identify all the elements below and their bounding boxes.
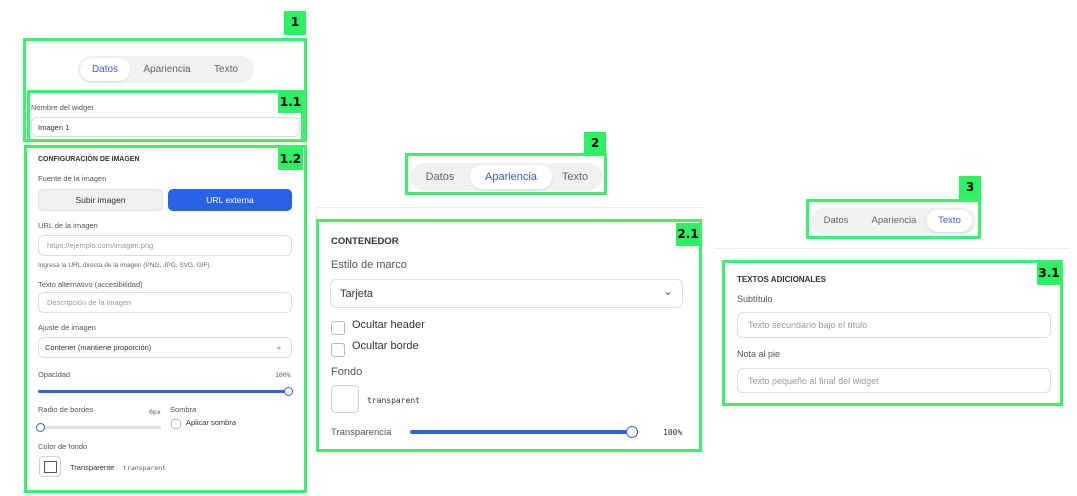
background-color-swatch-inner (44, 461, 57, 473)
footnote-label: Nota al pie (737, 349, 781, 359)
border-radius-slider-thumb[interactable] (35, 423, 45, 432)
background-swatch[interactable] (331, 385, 359, 413)
panel2-tab-bar: Datos Apariencia Texto (410, 163, 602, 191)
frame-style-label: Estilo de marco (331, 259, 407, 271)
panel1-tab-bar: Datos Apariencia Texto (78, 56, 254, 83)
background-value: transparent (367, 396, 420, 405)
border-radius-slider[interactable] (35, 423, 161, 432)
panel3-divider (714, 248, 1070, 249)
frame-style-select[interactable]: Tarjeta (330, 279, 683, 308)
opacity-value: 100% (275, 371, 291, 379)
alt-text-input[interactable]: Descripción de la imagen (38, 292, 292, 313)
transparency-slider-thumb[interactable] (626, 426, 638, 438)
subtitle-input[interactable]: Texto secundario bajo el título (737, 312, 1051, 338)
container-tag: 2.1 (676, 223, 700, 246)
hide-header-label: Ocultar header (352, 319, 425, 331)
image-url-placeholder: https://ejemplo.com/imagen.png (47, 241, 154, 250)
alt-text-placeholder: Descripción de la imagen (47, 298, 132, 307)
background-color-label: Color de fondo (38, 442, 88, 451)
opacity-slider-fill (38, 390, 288, 393)
footnote-placeholder: Texto pequeño al final del widget (748, 375, 879, 386)
background-label: Fondo (331, 366, 363, 378)
widget-name-value: Imagen 1 (38, 122, 70, 132)
image-fit-value: Contener (mantiene proporción) (45, 343, 152, 352)
background-color-name: Transparente (70, 463, 115, 472)
hide-header-checkbox[interactable] (331, 321, 345, 335)
container-heading: CONTENEDOR (331, 236, 399, 247)
chevron-down-icon: ⌄ (275, 341, 283, 351)
panel2-tab-datos[interactable]: Datos (410, 165, 470, 189)
image-url-input[interactable]: https://ejemplo.com/imagen.png (38, 235, 292, 256)
image-config-heading: CONFIGURACIÓN DE IMAGEN (38, 156, 140, 163)
transparency-label: Transparencia (331, 427, 392, 438)
image-url-hint: Ingresa la URL directa de la imagen (PNG… (38, 262, 210, 269)
panel1-tag: 1 (284, 11, 306, 35)
upload-image-button[interactable]: Subir imagen (38, 189, 163, 211)
border-radius-value: 0px (149, 408, 161, 416)
image-source-label: Fuente de la imagen (38, 174, 107, 183)
widget-name-input[interactable]: Imagen 1 (31, 117, 300, 137)
shadow-checkbox-label: Aplicar sombra (186, 418, 237, 427)
shadow-checkbox[interactable] (171, 419, 181, 429)
frame-style-value: Tarjeta (340, 287, 374, 300)
transparency-value: 100% (663, 428, 683, 437)
widget-name-tag: 1.1 (278, 91, 303, 113)
additional-texts-heading: TEXTOS ADICIONALES (737, 275, 826, 284)
widget-name-label: Nombre del widget (31, 103, 94, 112)
panel3-tab-apariencia[interactable]: Apariencia (861, 210, 927, 232)
panel3-tab-datos[interactable]: Datos (811, 210, 861, 232)
image-fit-label: Ajuste de imagen (38, 323, 96, 332)
panel2-tab-apariencia[interactable]: Apariencia (470, 165, 552, 189)
image-url-label: URL de la imagen (38, 221, 98, 230)
shadow-label: Sombra (170, 405, 197, 414)
transparency-slider-fill (410, 430, 632, 434)
panel3-tab-texto[interactable]: Texto (927, 210, 972, 232)
hide-border-label: Ocultar borde (352, 340, 419, 352)
panel2-tab-texto[interactable]: Texto (552, 165, 598, 189)
opacity-label: Opacidad (38, 370, 71, 379)
footnote-input[interactable]: Texto pequeño al final del widget (737, 368, 1051, 393)
panel2-divider (315, 207, 705, 208)
image-config-tag: 1.2 (278, 148, 303, 170)
subtitle-label: Subtítulo (737, 294, 773, 304)
additional-texts-tag: 3.1 (1037, 262, 1061, 285)
alt-text-label: Texto alternativo (accesibilidad) (38, 280, 143, 289)
external-url-button[interactable]: URL externa (168, 189, 292, 211)
subtitle-placeholder: Texto secundario bajo el título (748, 320, 868, 330)
panel1-tab-texto[interactable]: Texto (204, 58, 248, 81)
opacity-slider[interactable] (38, 387, 293, 396)
panel2-tag: 2 (584, 132, 606, 155)
opacity-slider-thumb[interactable] (283, 387, 293, 396)
image-fit-select[interactable]: Contener (mantiene proporción) (38, 337, 292, 358)
hide-border-checkbox[interactable] (331, 343, 345, 357)
panel3-tab-bar: Datos Apariencia Texto (811, 208, 976, 234)
container-highlight-box (316, 219, 702, 452)
panel1-tab-datos[interactable]: Datos (80, 58, 130, 81)
background-color-swatch[interactable] (39, 456, 61, 477)
background-color-value: transparent (123, 464, 167, 472)
border-radius-label: Radio de bordes (38, 405, 94, 414)
panel3-tag: 3 (959, 176, 981, 199)
chevron-down-icon: ⌄ (663, 284, 674, 298)
panel1-tab-apariencia[interactable]: Apariencia (130, 58, 204, 81)
transparency-slider[interactable] (410, 426, 638, 438)
